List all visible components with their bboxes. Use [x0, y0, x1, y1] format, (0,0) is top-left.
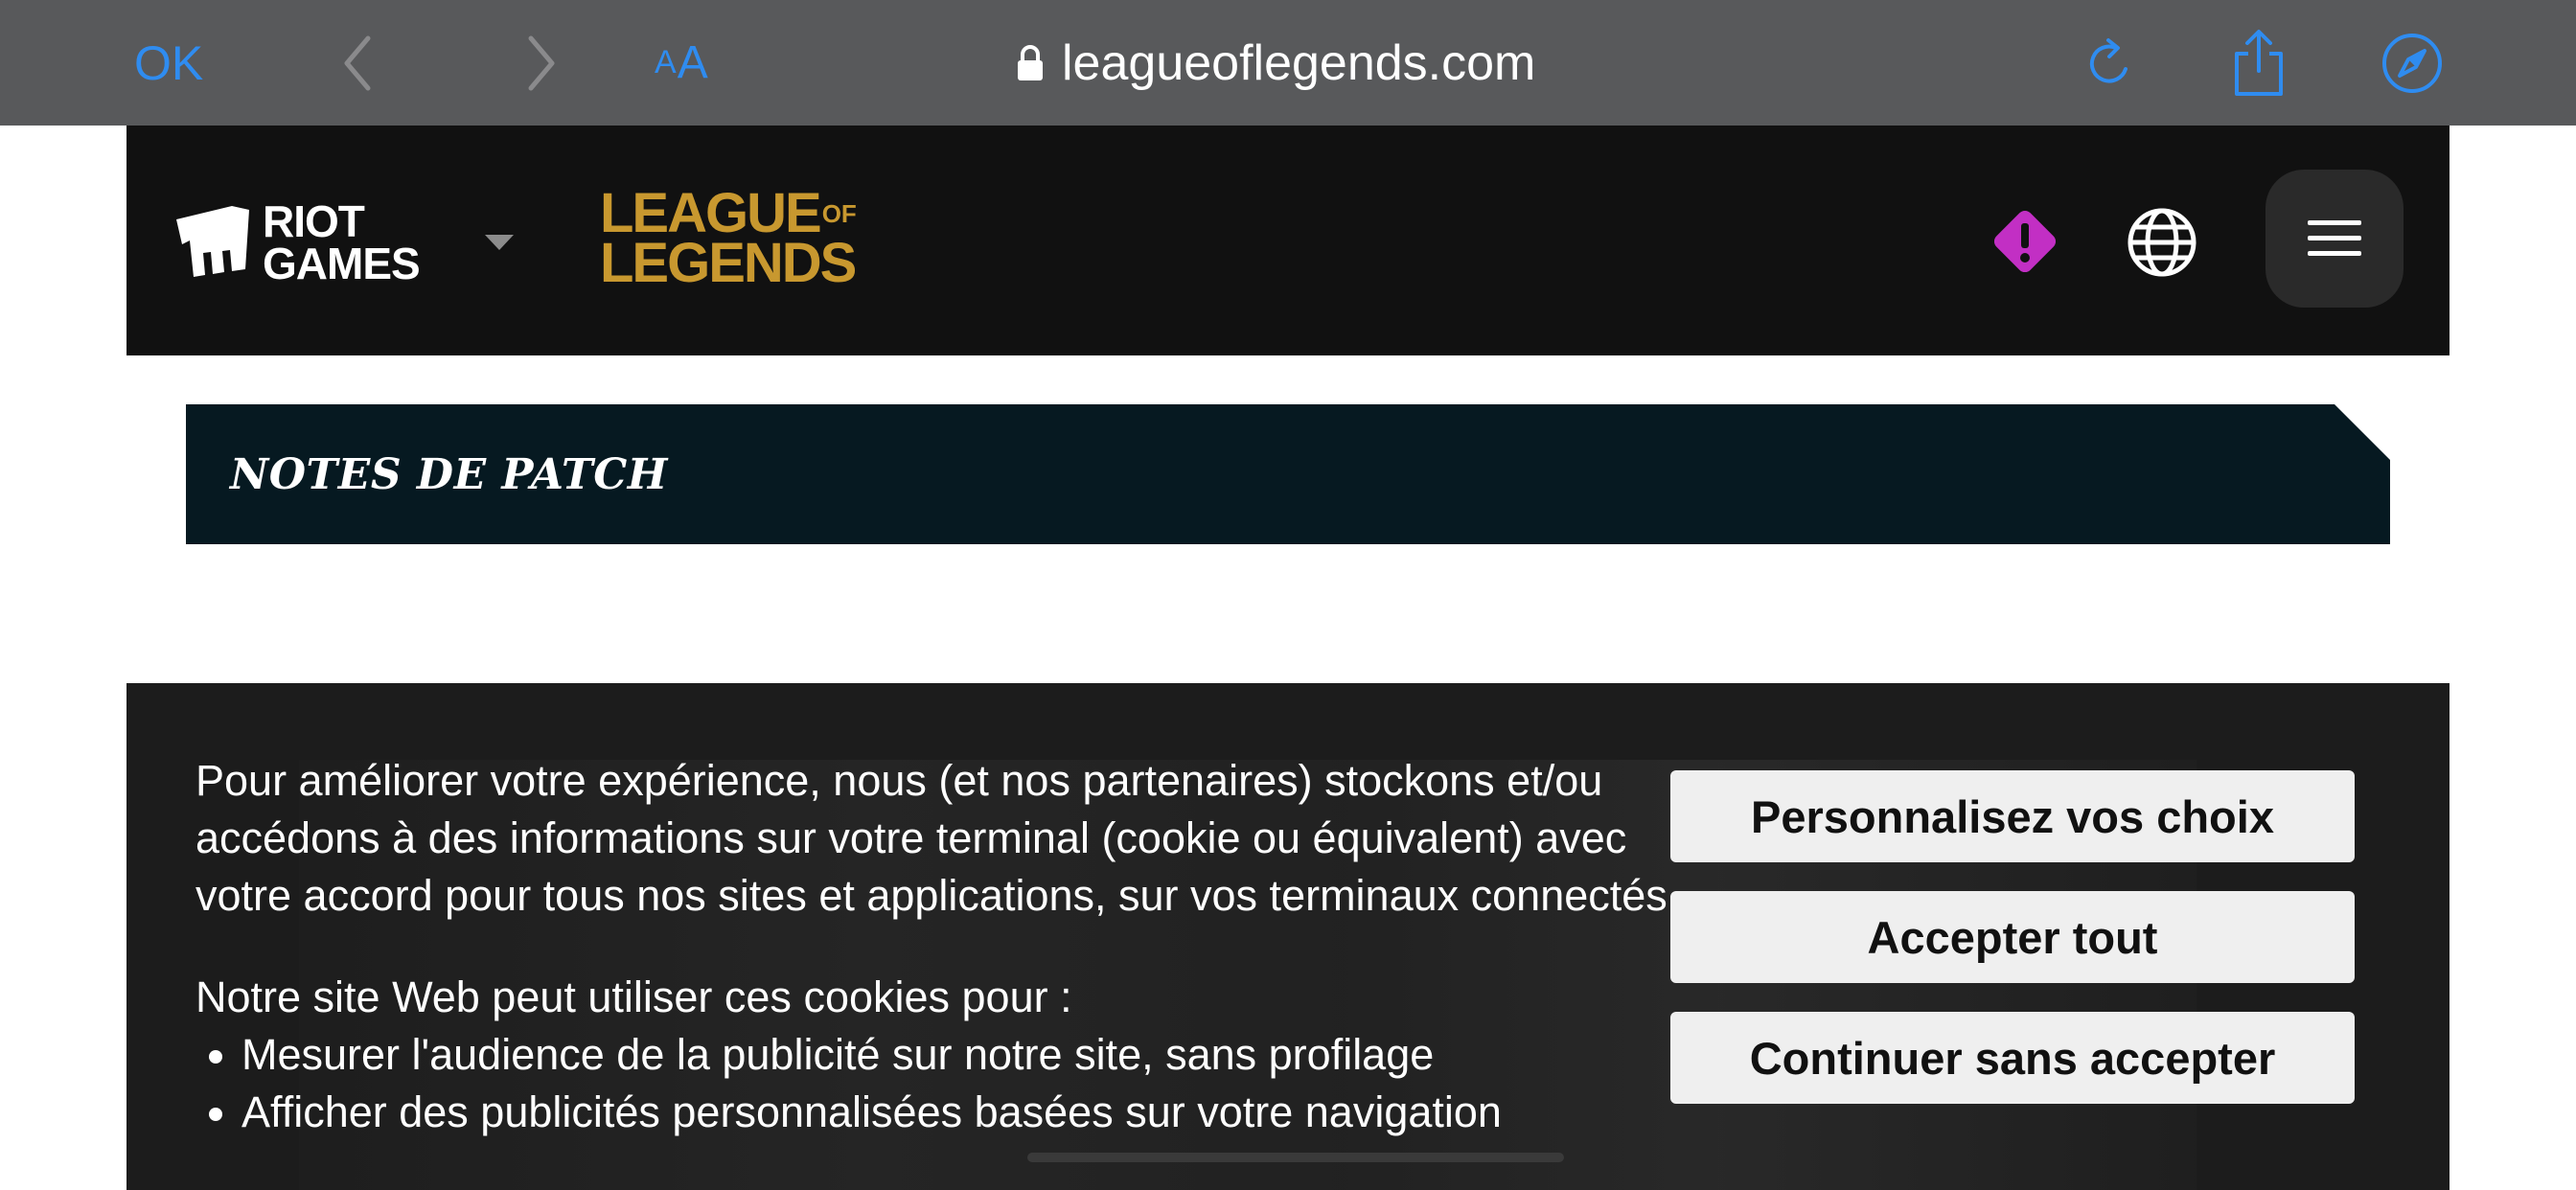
address-bar[interactable]: leagueoflegends.com	[1016, 0, 1535, 126]
consent-paragraph: Pour améliorer votre expérience, nous (e…	[196, 756, 1680, 920]
riot-games-logo[interactable]: RIOT GAMES	[172, 196, 421, 288]
consent-list-intro: Notre site Web peut utiliser ces cookies…	[196, 973, 1072, 1021]
consent-text: Pour améliorer votre expérience, nous (e…	[196, 752, 1729, 1141]
lol-logo-of: OF	[821, 199, 857, 228]
riot-logo-wordmark: RIOT GAMES	[263, 196, 421, 288]
text-size-small-label: A	[655, 44, 678, 80]
compass-icon[interactable]	[2380, 0, 2444, 126]
chevron-down-icon[interactable]	[483, 233, 516, 257]
back-icon[interactable]	[334, 0, 381, 126]
done-button[interactable]: OK	[134, 0, 203, 126]
lol-logo-line2: LEGENDS	[600, 232, 857, 294]
menu-icon	[2308, 220, 2361, 256]
riot-logo-line2: GAMES	[263, 239, 421, 288]
league-of-legends-logo[interactable]: LEAGUEOF LEGENDS	[600, 186, 857, 294]
consent-purpose-list: Mesurer l'audience de la publicité sur n…	[196, 1026, 1729, 1141]
scroll-indicator	[1027, 1153, 1564, 1162]
cookie-consent-dialog: Pour améliorer votre expérience, nous (e…	[126, 683, 2450, 1190]
patch-notes-banner: NOTES DE PATCH	[186, 404, 2390, 544]
hamburger-menu-button[interactable]	[2266, 170, 2404, 308]
share-icon[interactable]	[2229, 0, 2288, 126]
accept-all-button[interactable]: Accepter tout	[1670, 891, 2355, 983]
riot-navbar: RIOT GAMES LEAGUEOF LEGENDS	[126, 126, 2450, 355]
forward-icon[interactable]	[518, 0, 565, 126]
customize-choices-button[interactable]: Personnalisez vos choix	[1670, 770, 2355, 862]
list-item: Afficher des publicités personnalisées b…	[242, 1084, 1729, 1141]
url-text: leagueoflegends.com	[1062, 34, 1536, 91]
alert-icon[interactable]	[1986, 202, 2064, 286]
browser-toolbar: OK AA leagueoflegends.com	[0, 0, 2576, 126]
riot-fist-icon	[172, 202, 253, 284]
continue-without-accepting-button[interactable]: Continuer sans accepter	[1670, 1012, 2355, 1104]
text-size-button[interactable]: AA	[655, 0, 709, 126]
list-item: Mesurer l'audience de la publicité sur n…	[242, 1026, 1729, 1084]
globe-icon[interactable]	[2126, 206, 2198, 284]
reload-icon[interactable]	[2082, 0, 2139, 126]
text-size-large-label: A	[677, 37, 709, 88]
lock-icon	[1016, 44, 1045, 82]
page-title: NOTES DE PATCH	[230, 449, 668, 499]
riot-logo-line1: RIOT	[263, 196, 365, 246]
